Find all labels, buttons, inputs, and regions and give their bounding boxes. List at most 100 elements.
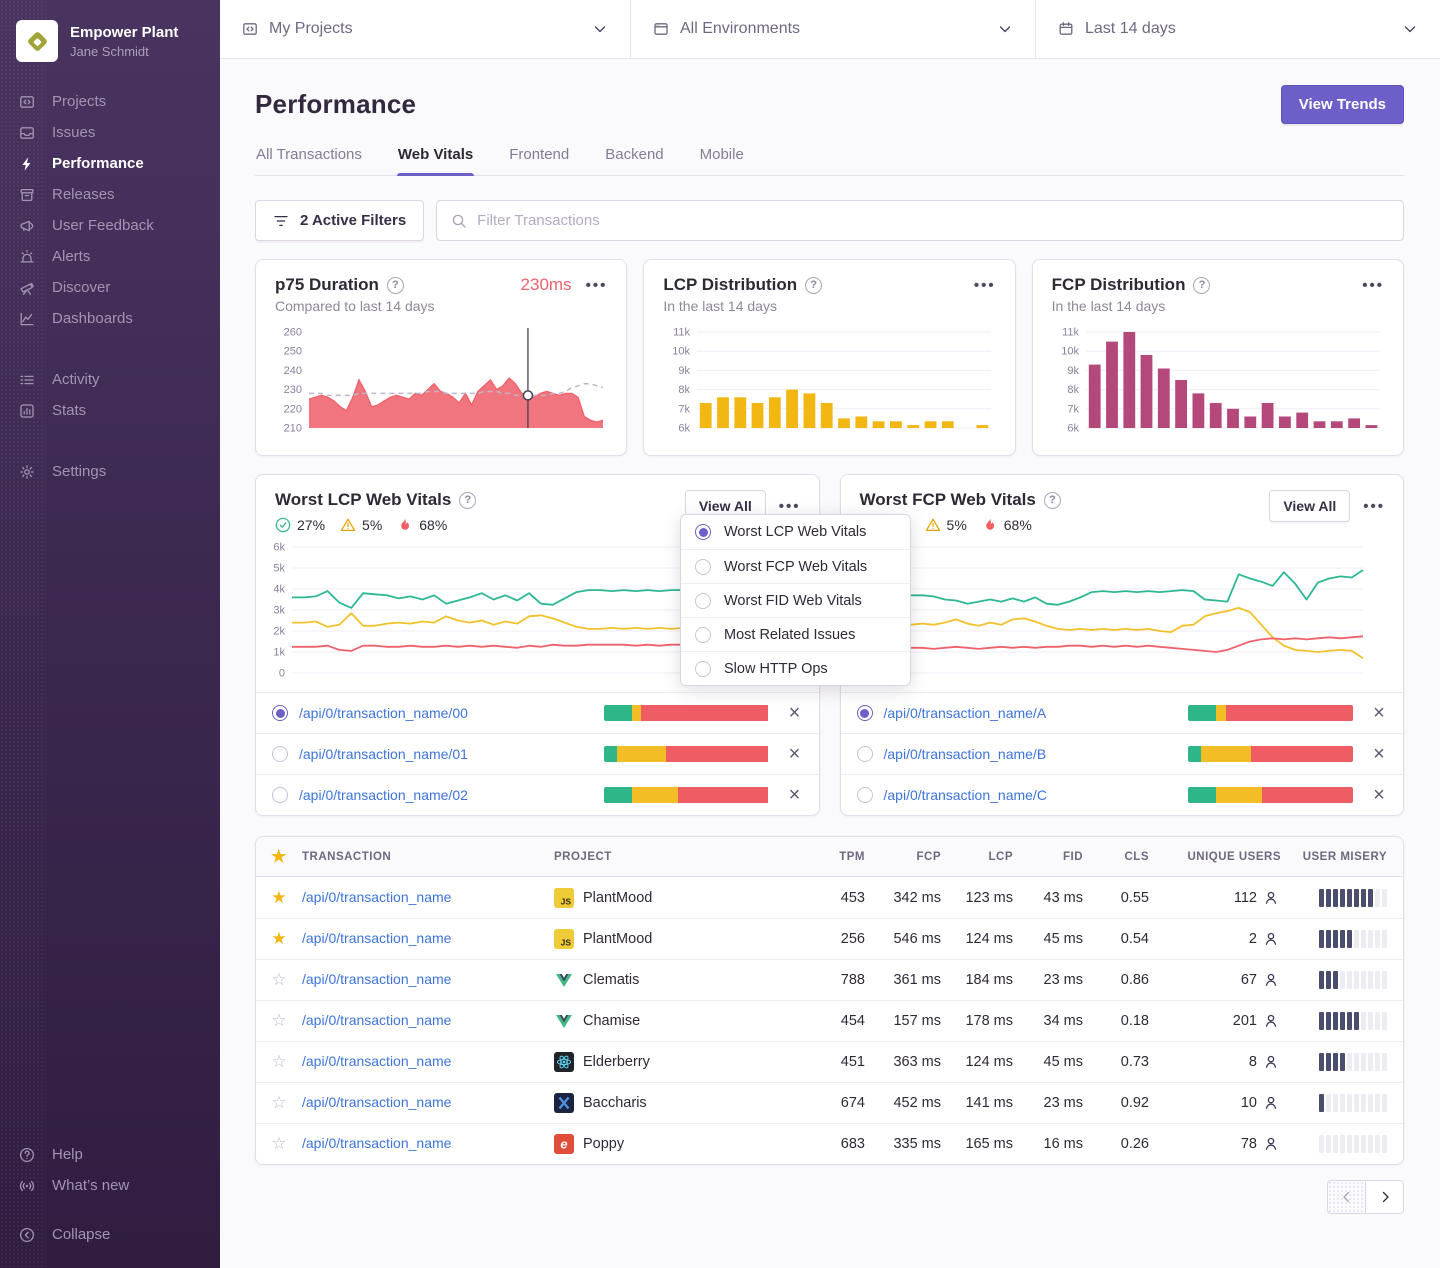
lcp-cell: 178 ms [941, 1013, 1013, 1029]
help-icon[interactable]: ? [459, 492, 476, 509]
menu-item-worst-fcp-web-vitals[interactable]: Worst FCP Web Vitals [681, 549, 910, 583]
sidebar-item-alerts[interactable]: Alerts [0, 241, 220, 272]
vitals-breakdown-bar [1188, 787, 1353, 803]
sidebar-item-issues[interactable]: Issues [0, 117, 220, 148]
tpm-cell: 454 [805, 1013, 865, 1029]
sidebar-item-stats[interactable]: Stats [0, 395, 220, 426]
sidebar-item-settings[interactable]: Settings [0, 456, 220, 487]
sidebar-nav: ProjectsIssuesPerformanceReleasesUser Fe… [0, 80, 220, 493]
card-menu-button[interactable]: ••• [779, 499, 801, 514]
project-selector[interactable]: My Projects [220, 0, 630, 58]
next-page-button[interactable] [1365, 1180, 1404, 1214]
tab-mobile[interactable]: Mobile [699, 140, 745, 175]
environment-selector[interactable]: All Environments [630, 0, 1035, 58]
lcp-cell: 123 ms [941, 890, 1013, 906]
transaction-radio[interactable] [857, 746, 873, 762]
star-toggle[interactable]: ☆ [271, 970, 286, 989]
sidebar-item-releases[interactable]: Releases [0, 179, 220, 210]
transaction-radio[interactable] [272, 787, 288, 803]
transaction-link[interactable]: /api/0/transaction_name [302, 889, 451, 905]
transaction-radio[interactable] [272, 746, 288, 762]
sidebar-item-help[interactable]: Help [0, 1139, 220, 1170]
cls-cell: 0.92 [1083, 1095, 1149, 1111]
star-toggle[interactable]: ☆ [271, 1093, 286, 1112]
card-subtitle: Compared to last 14 days [275, 298, 607, 314]
active-filters-button[interactable]: 2 Active Filters [255, 200, 424, 241]
vitals-transaction-row: /api/0/transaction_name/B × [841, 733, 1404, 774]
tab-backend[interactable]: Backend [604, 140, 664, 175]
sidebar-item-projects[interactable]: Projects [0, 86, 220, 117]
menu-item-worst-lcp-web-vitals[interactable]: Worst LCP Web Vitals [681, 515, 910, 549]
p75-current-value: 230ms [521, 275, 572, 295]
sidebar-item-activity[interactable]: Activity [0, 364, 220, 395]
card-menu-button[interactable]: ••• [586, 278, 608, 293]
menu-item-worst-fid-web-vitals[interactable]: Worst FID Web Vitals [681, 583, 910, 617]
close-icon[interactable]: × [1370, 703, 1388, 723]
transaction-link[interactable]: /api/0/transaction_name/C [884, 787, 1047, 803]
card-menu-button[interactable]: ••• [1362, 278, 1384, 293]
star-toggle[interactable]: ☆ [271, 1134, 286, 1153]
sidebar-collapse-button[interactable]: Collapse [0, 1219, 220, 1250]
table-row: ☆ /api/0/transaction_name Chamise 454 15… [256, 1000, 1403, 1041]
transaction-link[interactable]: /api/0/transaction_name [302, 1094, 451, 1110]
help-icon[interactable]: ? [805, 277, 822, 294]
svg-text:210: 210 [284, 423, 302, 435]
close-icon[interactable]: × [1370, 785, 1388, 805]
help-icon[interactable]: ? [1044, 492, 1061, 509]
transaction-link[interactable]: /api/0/transaction_name/00 [299, 705, 468, 721]
project-cell: Clematis [554, 970, 805, 990]
transaction-radio[interactable] [857, 787, 873, 803]
transaction-link[interactable]: /api/0/transaction_name/01 [299, 746, 468, 762]
menu-radio [695, 559, 711, 575]
user-misery-cell [1281, 1094, 1403, 1112]
close-icon[interactable]: × [786, 785, 804, 805]
close-icon[interactable]: × [786, 703, 804, 723]
sidebar-item-performance[interactable]: Performance [0, 148, 220, 179]
star-header-icon[interactable]: ★ [271, 847, 287, 866]
transaction-link[interactable]: /api/0/transaction_name/A [884, 705, 1047, 721]
star-toggle[interactable]: ☆ [271, 1052, 286, 1071]
fid-cell: 45 ms [1013, 1054, 1083, 1070]
card-menu-button[interactable]: ••• [974, 278, 996, 293]
sidebar-item-user-feedback[interactable]: User Feedback [0, 210, 220, 241]
help-icon[interactable]: ? [1193, 277, 1210, 294]
star-toggle[interactable]: ☆ [271, 1011, 286, 1030]
tpm-cell: 788 [805, 972, 865, 988]
project-cell: Baccharis [554, 1093, 805, 1113]
close-icon[interactable]: × [786, 744, 804, 764]
transaction-link[interactable]: /api/0/transaction_name [302, 1012, 451, 1028]
transaction-link[interactable]: /api/0/transaction_name [302, 1053, 451, 1069]
transaction-link[interactable]: /api/0/transaction_name [302, 1135, 451, 1151]
menu-item-most-related-issues[interactable]: Most Related Issues [681, 617, 910, 651]
card-menu-button[interactable]: ••• [1363, 499, 1385, 514]
star-toggle[interactable]: ★ [271, 929, 286, 948]
tab-all-transactions[interactable]: All Transactions [255, 140, 363, 175]
transaction-link[interactable]: /api/0/transaction_name/B [884, 746, 1047, 762]
tab-frontend[interactable]: Frontend [508, 140, 570, 175]
help-icon[interactable]: ? [387, 277, 404, 294]
transaction-link[interactable]: /api/0/transaction_name [302, 930, 451, 946]
close-icon[interactable]: × [1370, 744, 1388, 764]
view-trends-button[interactable]: View Trends [1281, 85, 1404, 124]
sidebar-item-what-s-new[interactable]: What’s new [0, 1170, 220, 1201]
cls-cell: 0.26 [1083, 1136, 1149, 1152]
menu-item-slow-http-ops[interactable]: Slow HTTP Ops [681, 651, 910, 685]
star-toggle[interactable]: ★ [271, 888, 286, 907]
transaction-link[interactable]: /api/0/transaction_name/02 [299, 787, 468, 803]
transaction-link[interactable]: /api/0/transaction_name [302, 971, 451, 987]
previous-page-button[interactable] [1327, 1180, 1366, 1214]
user-misery-cell [1281, 971, 1403, 989]
transaction-radio[interactable] [272, 705, 288, 721]
lcp-cell: 165 ms [941, 1136, 1013, 1152]
sidebar-item-discover[interactable]: Discover [0, 272, 220, 303]
sidebar-item-dashboards[interactable]: Dashboards [0, 303, 220, 334]
view-all-button[interactable]: View All [1269, 490, 1350, 522]
fcp-cell: 363 ms [865, 1054, 941, 1070]
date-range-selector[interactable]: Last 14 days [1035, 0, 1440, 58]
vitals-transaction-row: /api/0/transaction_name/01 × [256, 733, 819, 774]
org-switcher[interactable]: Empower Plant Jane Schmidt [0, 0, 220, 80]
search-input[interactable] [477, 212, 1389, 229]
transaction-radio[interactable] [857, 705, 873, 721]
tab-web-vitals[interactable]: Web Vitals [397, 140, 474, 175]
table-row: ★ /api/0/transaction_name JSPlantMood 25… [256, 918, 1403, 959]
